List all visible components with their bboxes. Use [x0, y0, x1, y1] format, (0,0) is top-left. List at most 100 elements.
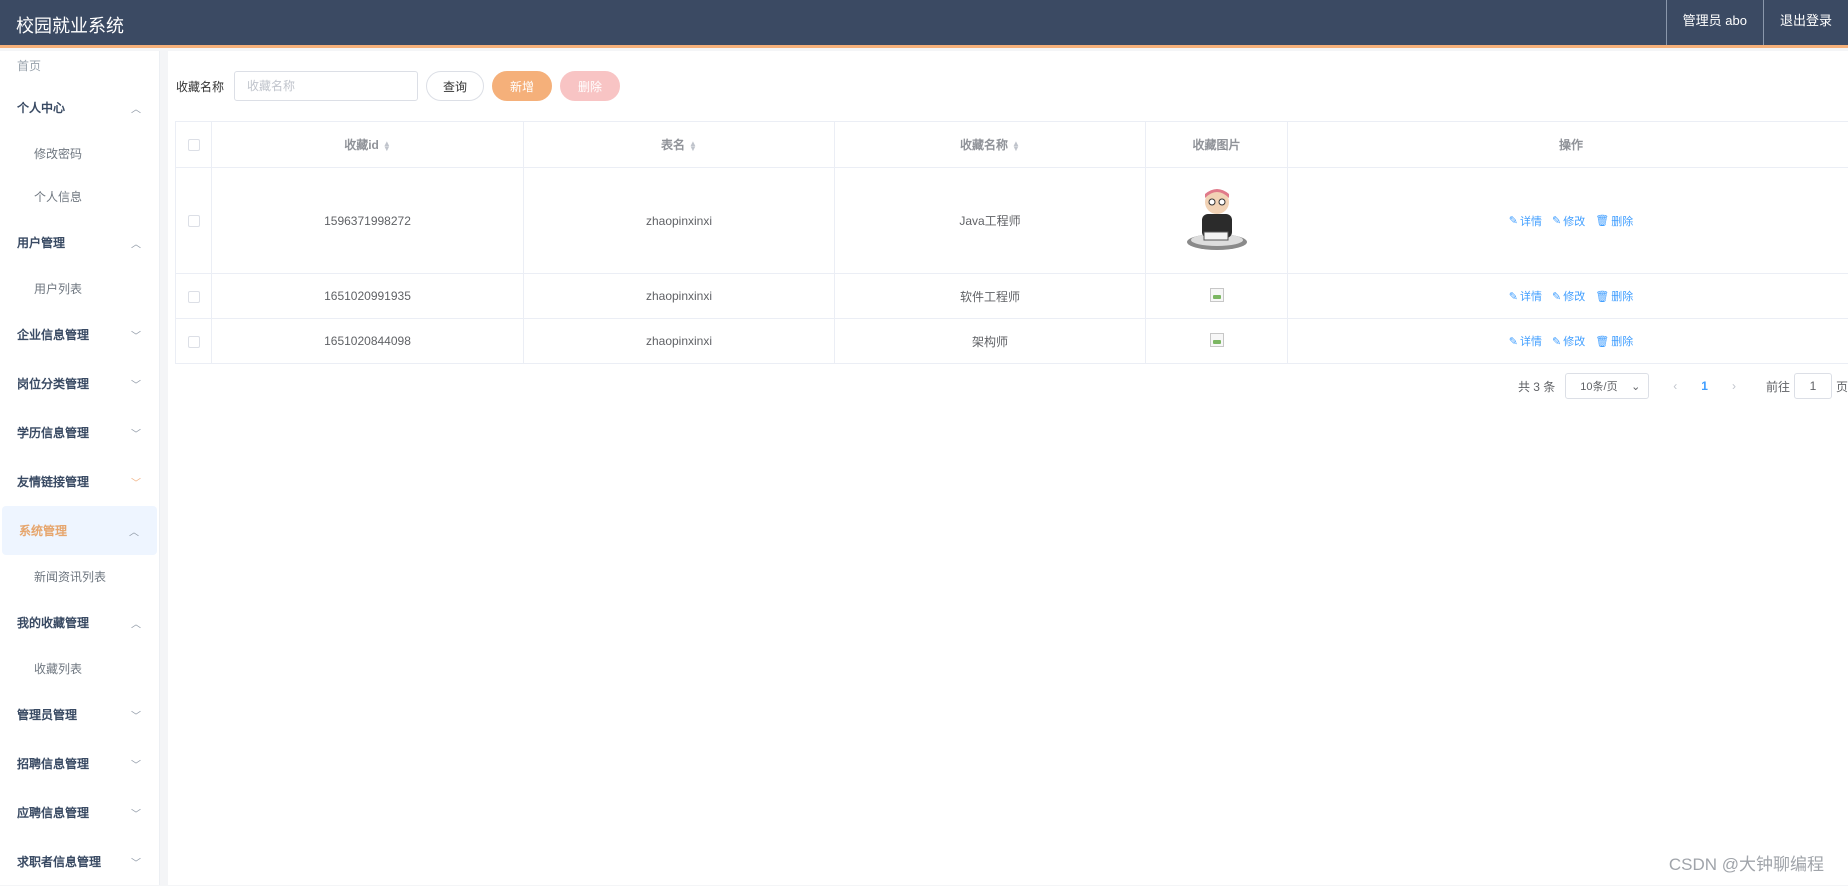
main-content: 收藏名称 查询 新增 删除 收藏id▲▼ 表名▲▼ 收藏名称▲▼ 收藏图片 操作… — [168, 51, 1848, 885]
edit-pen-icon: ✎ — [1552, 335, 1561, 348]
total-count: 共 3 条 — [1518, 378, 1555, 395]
watermark: CSDN @大钟聊编程 — [1669, 850, 1824, 875]
row-checkbox[interactable] — [188, 215, 200, 227]
chevron-down-icon: ﹀ — [131, 474, 141, 489]
trash-icon: 🗑 — [1595, 214, 1609, 227]
page-number[interactable]: 1 — [1701, 379, 1708, 393]
broken-image-icon — [1210, 288, 1224, 302]
delete-button[interactable]: 🗑删除 — [1595, 333, 1633, 349]
sidebar-menu-item[interactable]: 学历信息管理﹀ — [0, 408, 159, 457]
cartoon-programmer-image — [1182, 184, 1252, 254]
chevron-up-icon: ︿ — [129, 523, 139, 538]
search-input[interactable] — [234, 71, 418, 101]
chevron-down-icon: ﹀ — [131, 756, 141, 771]
current-user-label: 管理员 abo — [1666, 0, 1763, 45]
sidebar-subitem[interactable]: 修改密码 — [0, 132, 159, 175]
trash-icon: 🗑 — [1595, 335, 1609, 348]
sidebar-menu-item[interactable]: 友情链接管理 ﹀ — [0, 457, 159, 506]
sidebar-menu-label: 个人中心 — [17, 99, 65, 116]
sidebar-menu-item[interactable]: 岗位分类管理﹀ — [0, 359, 159, 408]
edit-pen-icon: ✎ — [1509, 335, 1518, 348]
sidebar-subitem[interactable]: 新闻资讯列表 — [0, 555, 159, 598]
sidebar-subitem[interactable]: 个人信息 — [0, 175, 159, 218]
edit-pen-icon: ✎ — [1509, 290, 1518, 303]
edit-button[interactable]: ✎修改 — [1552, 213, 1585, 229]
col-header-table[interactable]: 表名▲▼ — [524, 122, 835, 168]
sidebar-menu-label: 系统管理 — [19, 522, 67, 539]
trash-icon: 🗑 — [1595, 290, 1609, 303]
select-all-checkbox[interactable] — [188, 139, 200, 151]
sidebar-menu-label: 友情链接管理 — [17, 473, 89, 490]
cell-id: 1651020991935 — [212, 274, 524, 319]
page-size-select[interactable]: 10条/页 ⌄ — [1565, 373, 1649, 399]
edit-button[interactable]: ✎修改 — [1552, 333, 1585, 349]
chevron-up-icon: ︿ — [131, 615, 141, 630]
sidebar-menu-label: 用户管理 — [17, 234, 65, 251]
prev-page-button[interactable]: ‹ — [1673, 379, 1677, 393]
search-bar: 收藏名称 查询 新增 删除 — [176, 71, 620, 101]
col-header-id[interactable]: 收藏id▲▼ — [212, 122, 524, 168]
detail-button[interactable]: ✎详情 — [1509, 288, 1542, 304]
table-header-row: 收藏id▲▼ 表名▲▼ 收藏名称▲▼ 收藏图片 操作 — [176, 122, 1848, 168]
sidebar-menu-label: 应聘信息管理 — [17, 804, 89, 821]
sidebar-menu-item[interactable]: 我的收藏管理︿ — [0, 598, 159, 647]
search-label: 收藏名称 — [176, 78, 224, 95]
broken-image-icon — [1210, 333, 1224, 347]
detail-button[interactable]: ✎详情 — [1509, 213, 1542, 229]
sidebar-menu-item[interactable]: 招聘信息管理﹀ — [0, 739, 159, 788]
delete-button[interactable]: 🗑删除 — [1595, 213, 1633, 229]
col-header-name[interactable]: 收藏名称▲▼ — [835, 122, 1146, 168]
sort-icon[interactable]: ▲▼ — [383, 141, 391, 151]
pagination: 共 3 条 10条/页 ⌄ ‹ 1 › 前往 页 — [1518, 373, 1848, 399]
row-actions: ✎详情 ✎修改 🗑删除 — [1509, 288, 1633, 304]
cell-table: zhaopinxinxi — [524, 274, 835, 319]
chevron-up-icon: ︿ — [131, 100, 141, 115]
chevron-down-icon: ⌄ — [1631, 380, 1640, 393]
favorites-table: 收藏id▲▼ 表名▲▼ 收藏名称▲▼ 收藏图片 操作 1596371998272… — [175, 121, 1848, 364]
chevron-down-icon: ﹀ — [131, 805, 141, 820]
cell-id: 1596371998272 — [212, 168, 524, 274]
table-row: 1651020991935 zhaopinxinxi 软件工程师 ✎详情 ✎修改… — [176, 274, 1848, 319]
edit-pen-icon: ✎ — [1509, 214, 1518, 227]
row-checkbox[interactable] — [188, 336, 200, 348]
row-checkbox[interactable] — [188, 291, 200, 303]
sidebar-menu-label: 企业信息管理 — [17, 326, 89, 343]
query-button[interactable]: 查询 — [426, 71, 484, 101]
batch-delete-button[interactable]: 删除 — [560, 71, 620, 101]
logout-button[interactable]: 退出登录 — [1763, 0, 1848, 45]
chevron-down-icon: ﹀ — [131, 376, 141, 391]
goto-page-input[interactable] — [1794, 373, 1832, 399]
sidebar-menu-item[interactable]: 应聘信息管理 ﹀ — [0, 788, 159, 837]
cell-name: 架构师 — [835, 319, 1146, 364]
add-button[interactable]: 新增 — [492, 71, 552, 101]
sidebar-menu-item[interactable]: 系统管理 ︿ — [2, 506, 157, 555]
sidebar-subitem[interactable]: 用户列表 — [0, 267, 159, 310]
sidebar-menu-item[interactable]: 企业信息管理 ﹀ — [0, 310, 159, 359]
edit-pen-icon: ✎ — [1552, 290, 1561, 303]
top-header: 校园就业系统 管理员 abo 退出登录 — [0, 0, 1848, 48]
sort-icon[interactable]: ▲▼ — [1012, 141, 1020, 151]
row-actions: ✎详情 ✎修改 🗑删除 — [1509, 213, 1633, 229]
sidebar-item-home[interactable]: 首页 — [0, 51, 159, 83]
sidebar-menu-item[interactable]: 求职者信息管理﹀ — [0, 837, 159, 886]
cell-name: 软件工程师 — [835, 274, 1146, 319]
detail-button[interactable]: ✎详情 — [1509, 333, 1542, 349]
sidebar-subitem[interactable]: 收藏列表 — [0, 647, 159, 690]
col-header-image: 收藏图片 — [1146, 122, 1288, 168]
edit-pen-icon: ✎ — [1552, 214, 1561, 227]
sidebar-menu-item[interactable]: 用户管理 ︿ — [0, 218, 159, 267]
chevron-down-icon: ﹀ — [131, 327, 141, 342]
chevron-down-icon: ﹀ — [131, 707, 141, 722]
sidebar-menu-label: 管理员管理 — [17, 706, 77, 723]
goto-label: 前往 — [1766, 378, 1790, 395]
edit-button[interactable]: ✎修改 — [1552, 288, 1585, 304]
next-page-button[interactable]: › — [1732, 379, 1736, 393]
sort-icon[interactable]: ▲▼ — [689, 141, 697, 151]
cell-name: Java工程师 — [835, 168, 1146, 274]
sidebar-menu-item[interactable]: 管理员管理 ﹀ — [0, 690, 159, 739]
sidebar-menu-item[interactable]: 个人中心 ︿ — [0, 83, 159, 132]
delete-button[interactable]: 🗑删除 — [1595, 288, 1633, 304]
sidebar-menu: 首页 个人中心︿修改密码个人信息用户管理︿用户列表企业信息管理﹀岗位分类管理﹀学… — [0, 51, 160, 885]
chevron-down-icon: ﹀ — [131, 854, 141, 869]
chevron-up-icon: ︿ — [131, 235, 141, 250]
